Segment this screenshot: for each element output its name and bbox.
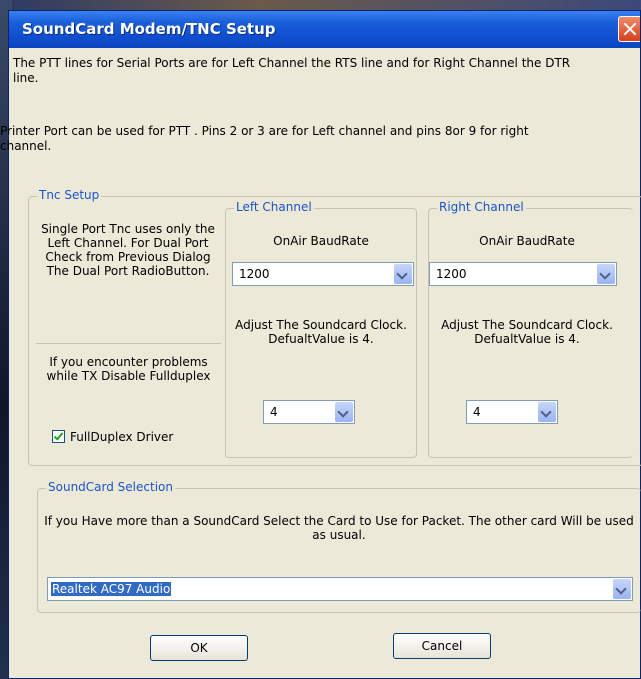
tnc-setup-legend: Tnc Setup [37,188,102,202]
right-clock-note: Adjust The Soundcard Clock. DefualtValue… [441,318,613,346]
left-clock-value: 4 [270,405,278,419]
chevron-down-icon[interactable] [538,402,556,422]
window-title: SoundCard Modem/TNC Setup [22,20,276,38]
problems-note: If you encounter problems while TX Disab… [46,355,211,383]
soundcard-select[interactable]: Realtek AC97 Audio [47,577,633,601]
left-baud-label: OnAir BaudRate [273,234,369,248]
chevron-down-icon[interactable] [335,402,353,422]
left-channel-legend: Left Channel [234,200,314,214]
cancel-button[interactable]: Cancel [393,633,491,659]
left-baudrate-select[interactable]: 1200 [232,262,414,286]
fullduplex-label: FullDuplex Driver [70,430,174,444]
printer-ptt-info: Printer Port can be used for PTT . Pins … [0,124,529,153]
left-baudrate-value: 1200 [239,267,270,281]
single-port-note: Single Port Tnc uses only the Left Chann… [41,222,215,278]
left-clock-note: Adjust The Soundcard Clock. DefualtValue… [235,318,407,346]
right-clock-value: 4 [473,405,481,419]
close-icon[interactable] [618,16,640,42]
divider [36,343,221,344]
title-bar[interactable]: SoundCard Modem/TNC Setup [9,11,640,48]
right-channel-legend: Right Channel [437,200,526,214]
right-baud-label: OnAir BaudRate [479,234,575,248]
serial-ptt-info: The PTT lines for Serial Ports are for L… [13,56,571,85]
soundcard-value: Realtek AC97 Audio [51,582,172,596]
left-clock-select[interactable]: 4 [263,400,355,424]
chevron-down-icon[interactable] [613,579,631,599]
soundcard-legend: SoundCard Selection [46,480,175,494]
fullduplex-checkbox[interactable] [52,430,65,443]
right-baudrate-value: 1200 [436,267,467,281]
ok-button[interactable]: OK [150,635,248,661]
chevron-down-icon[interactable] [394,264,412,284]
chevron-down-icon[interactable] [597,264,615,284]
soundcard-note: If you Have more than a SoundCard Select… [44,514,634,542]
right-clock-select[interactable]: 4 [466,400,558,424]
right-baudrate-select[interactable]: 1200 [429,262,617,286]
